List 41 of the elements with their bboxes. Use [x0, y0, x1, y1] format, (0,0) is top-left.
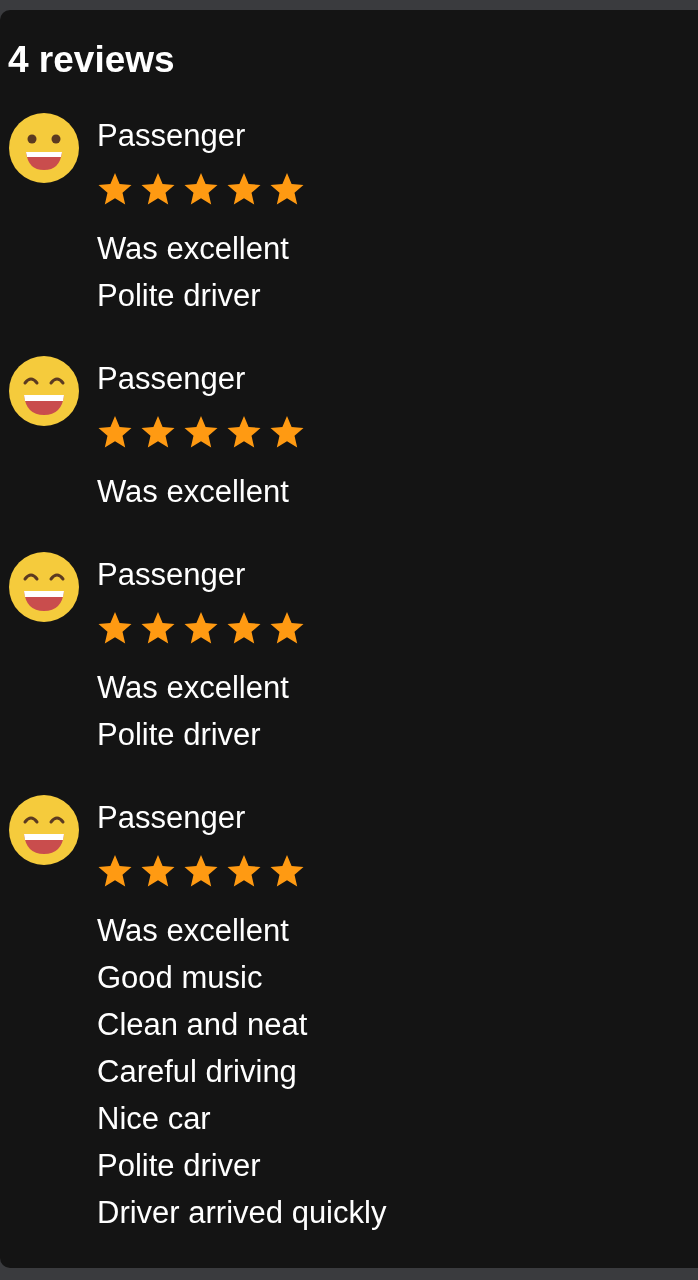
review-comment: Polite driver	[97, 1147, 261, 1185]
star-icon	[226, 610, 262, 646]
review-comment: Driver arrived quickly	[97, 1194, 387, 1232]
star-icon	[140, 171, 176, 207]
star-icon	[140, 853, 176, 889]
review-comment: Polite driver	[97, 716, 261, 754]
star-icon	[226, 414, 262, 450]
review-comment: Careful driving	[97, 1053, 297, 1091]
review-comment: Was excellent	[97, 669, 289, 707]
review-comment: Was excellent	[97, 230, 289, 268]
star-icon	[269, 853, 305, 889]
star-icon	[140, 414, 176, 450]
reviews-heading: 4 reviews	[8, 38, 175, 82]
star-icon	[140, 610, 176, 646]
star-icon	[269, 171, 305, 207]
star-icon	[183, 414, 219, 450]
star-icon	[269, 610, 305, 646]
review-comment: Good music	[97, 959, 263, 997]
review-comment: Was excellent	[97, 473, 289, 511]
beaming-face-icon	[8, 794, 80, 866]
star-icon	[97, 610, 133, 646]
beaming-face-icon	[8, 355, 80, 427]
star-icon	[226, 853, 262, 889]
star-icon	[183, 853, 219, 889]
author-name: Passenger	[97, 799, 246, 837]
author-name: Passenger	[97, 556, 246, 594]
star-icon	[97, 171, 133, 207]
author-name: Passenger	[97, 117, 246, 155]
star-icon	[183, 171, 219, 207]
review-comment: Was excellent	[97, 912, 289, 950]
review-comment: Nice car	[97, 1100, 211, 1138]
star-icon	[97, 853, 133, 889]
review-comment: Clean and neat	[97, 1006, 308, 1044]
star-icon	[269, 414, 305, 450]
grinning-face-icon	[8, 112, 80, 184]
star-icon	[226, 171, 262, 207]
star-icon	[183, 610, 219, 646]
star-icon	[97, 414, 133, 450]
beaming-face-icon	[8, 551, 80, 623]
author-name: Passenger	[97, 360, 246, 398]
review-comment: Polite driver	[97, 277, 261, 315]
